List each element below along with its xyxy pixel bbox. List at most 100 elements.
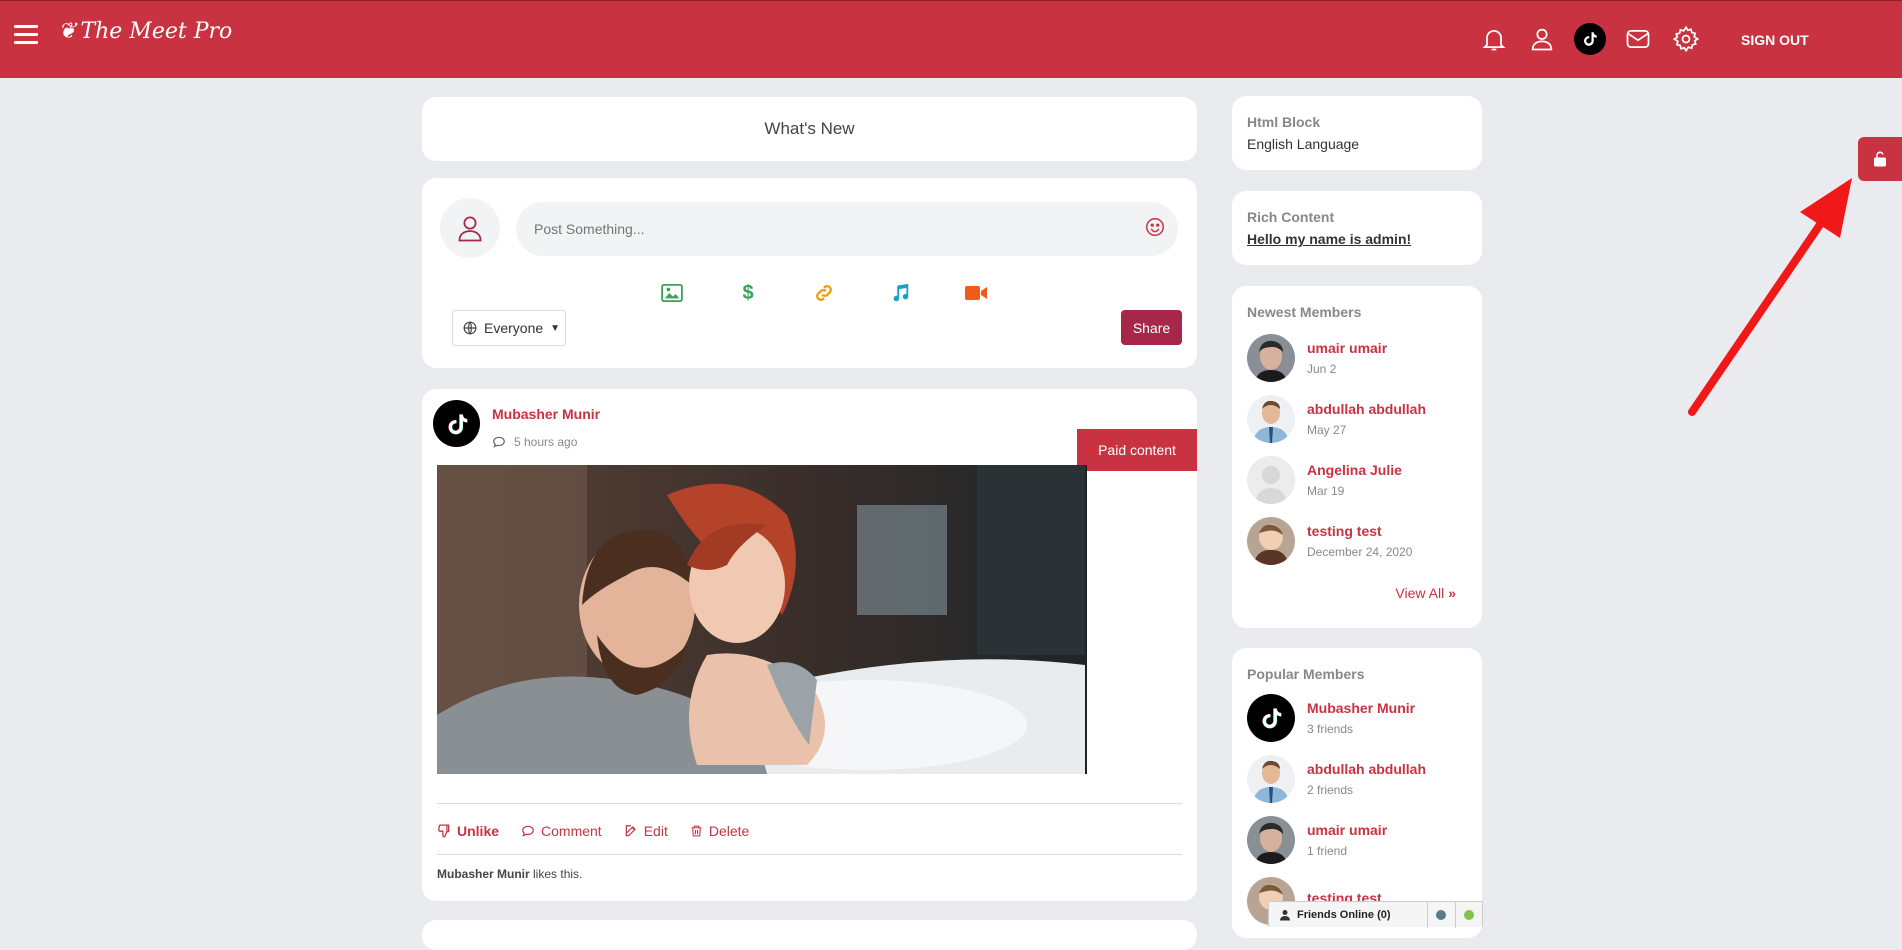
tiktok-icon <box>1262 708 1282 729</box>
member-avatar[interactable] <box>1247 694 1295 742</box>
member-avatar[interactable] <box>1247 395 1295 443</box>
member-avatar[interactable] <box>1247 334 1295 382</box>
author-avatar[interactable] <box>433 400 480 447</box>
unlike-button[interactable]: Unlike <box>437 823 499 839</box>
post-time: 5 hours ago <box>514 435 578 449</box>
image-icon[interactable] <box>660 282 684 304</box>
friends-bar-divider <box>1427 902 1428 928</box>
top-navbar: ❦ The Meet Pro SIGN OUT <box>0 0 1902 78</box>
post-divider <box>437 803 1182 804</box>
link-icon[interactable] <box>812 282 836 304</box>
lock-tab[interactable] <box>1858 137 1902 181</box>
member-item[interactable]: umair umair Jun 2 <box>1247 334 1387 382</box>
member-date: Jun 2 <box>1307 362 1337 376</box>
mail-icon[interactable] <box>1622 23 1654 55</box>
user-icon <box>458 216 482 242</box>
privacy-select[interactable]: Everyone ▼ <box>452 310 566 346</box>
whats-new-header: What's New <box>422 97 1197 161</box>
dollar-icon[interactable]: $ <box>736 282 760 304</box>
member-date: Mar 19 <box>1307 484 1345 498</box>
post-meta: 5 hours ago <box>492 435 577 449</box>
member-friends: 3 friends <box>1307 722 1354 736</box>
member-name[interactable]: Angelina Julie <box>1307 462 1402 478</box>
nav-icons <box>1478 23 1702 55</box>
tiktok-icon[interactable] <box>1574 23 1606 55</box>
member-name[interactable]: Mubasher Munir <box>1307 700 1415 716</box>
widget-title: Newest Members <box>1247 304 1362 320</box>
view-all-link[interactable]: View All » <box>1395 585 1456 601</box>
post-likes: Mubasher Munir likes this. <box>437 867 582 881</box>
member-item[interactable]: abdullah abdullah May 27 <box>1247 395 1426 443</box>
member-avatar[interactable] <box>1247 816 1295 864</box>
friends-bar-divider <box>1455 902 1456 928</box>
feed-post: Mubasher Munir 5 hours ago Paid content <box>422 389 1197 901</box>
annotation-arrow <box>1688 178 1852 416</box>
rich-content-widget: Rich Content Hello my name is admin! <box>1232 191 1482 265</box>
member-name[interactable]: testing test <box>1307 523 1412 539</box>
paid-content-badge[interactable]: Paid content <box>1077 429 1197 471</box>
member-avatar[interactable] <box>1247 755 1295 803</box>
member-item[interactable]: Angelina Julie Mar 19 <box>1247 456 1402 504</box>
unlock-icon <box>1874 151 1886 167</box>
member-name[interactable]: umair umair <box>1307 822 1387 838</box>
member-date: May 27 <box>1307 423 1347 437</box>
edit-button[interactable]: Edit <box>624 823 668 839</box>
emoji-icon[interactable] <box>1144 216 1166 243</box>
online-dot-icon[interactable] <box>1464 910 1474 920</box>
menu-icon[interactable] <box>14 25 38 45</box>
member-avatar[interactable] <box>1247 456 1295 504</box>
member-friends: 2 friends <box>1307 783 1354 797</box>
music-icon[interactable] <box>888 282 912 304</box>
member-friends: 1 friend <box>1307 844 1348 858</box>
trash-icon <box>691 825 702 837</box>
signout-link[interactable]: SIGN OUT <box>1741 32 1809 48</box>
member-item[interactable]: Mubasher Munir 3 friends <box>1247 694 1415 742</box>
member-date: December 24, 2020 <box>1307 545 1413 559</box>
share-button[interactable]: Share <box>1121 310 1182 345</box>
caret-down-icon: ▼ <box>550 322 561 334</box>
privacy-value: Everyone <box>484 320 544 336</box>
composer-avatar <box>440 198 500 258</box>
rich-content-link[interactable]: Hello my name is admin! <box>1247 231 1411 247</box>
post-author-name[interactable]: Mubasher Munir <box>492 406 600 422</box>
post-input[interactable] <box>516 202 1178 256</box>
comment-icon <box>493 436 505 448</box>
friends-online-bar[interactable]: Friends Online (0) <box>1268 901 1483 928</box>
comment-icon <box>522 825 534 837</box>
member-name[interactable]: abdullah abdullah <box>1307 761 1426 777</box>
bell-icon[interactable] <box>1478 23 1510 55</box>
widget-title: Rich Content <box>1247 209 1335 225</box>
friends-online-label: Friends Online (0) <box>1297 908 1391 921</box>
post-image[interactable] <box>437 465 1087 774</box>
tiktok-icon <box>447 413 467 434</box>
post-actions: Unlike Comment Edit Delete <box>437 823 749 839</box>
popular-members-widget: Popular Members Mubasher Munir 3 friends… <box>1232 648 1482 938</box>
member-avatar[interactable] <box>1247 517 1295 565</box>
newest-members-widget: Newest Members umair umair Jun 2 abdulla… <box>1232 286 1482 628</box>
likes-user[interactable]: Mubasher Munir <box>437 867 530 881</box>
logo-text: The Meet Pro <box>80 19 233 44</box>
html-block-value: English Language <box>1247 136 1360 152</box>
whats-new-title: What's New <box>764 119 855 138</box>
comment-button[interactable]: Comment <box>521 823 602 839</box>
video-icon[interactable] <box>964 282 988 304</box>
delete-button[interactable]: Delete <box>690 823 749 839</box>
widget-title: Html Block <box>1247 114 1321 130</box>
post-composer: $ Everyone ▼ Share <box>422 178 1197 368</box>
member-item[interactable]: umair umair 1 friend <box>1247 816 1387 864</box>
gear-icon[interactable] <box>1670 23 1702 55</box>
site-logo[interactable]: ❦ The Meet Pro <box>58 19 232 44</box>
widget-title: Popular Members <box>1247 666 1365 682</box>
member-item[interactable]: abdullah abdullah 2 friends <box>1247 755 1426 803</box>
member-name[interactable]: abdullah abdullah <box>1307 401 1426 417</box>
user-icon[interactable] <box>1526 23 1558 55</box>
member-item[interactable]: testing test December 24, 2020 <box>1247 517 1412 565</box>
post-divider <box>437 854 1182 855</box>
member-name[interactable]: umair umair <box>1307 340 1387 356</box>
double-chevron-right-icon: » <box>1448 585 1456 601</box>
composer-tools: $ <box>660 282 988 304</box>
thumbs-down-icon <box>438 824 450 838</box>
edit-icon <box>625 825 636 837</box>
logo-mark-icon: ❦ <box>58 19 77 44</box>
status-dot-icon[interactable] <box>1436 910 1446 920</box>
